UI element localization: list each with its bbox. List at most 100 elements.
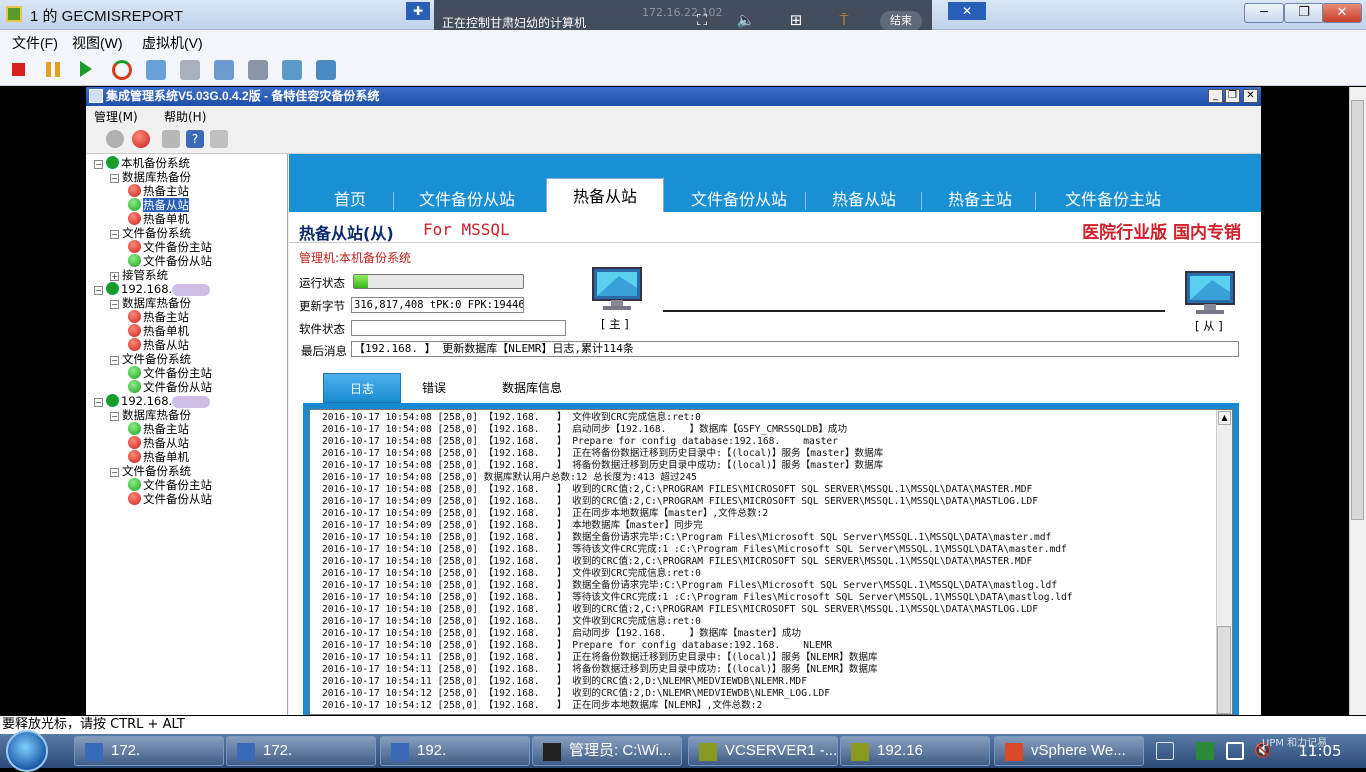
log-box[interactable]: 2016-10-17 10:54:08 [258,0] 【192.168. 】 …	[309, 409, 1233, 715]
tree-node[interactable]: 热备主站	[128, 310, 189, 324]
tree-node[interactable]: − 数据库热备份	[110, 296, 191, 310]
tree-node[interactable]: 热备单机	[128, 324, 189, 338]
tree-node-label: 文件备份主站	[143, 240, 212, 254]
stop-icon[interactable]	[12, 63, 25, 76]
tab-item[interactable]: 热备从站	[809, 188, 919, 212]
tree-node[interactable]: + 接管系统	[110, 268, 168, 282]
clock[interactable]: 11:05	[1290, 734, 1350, 768]
remote-close-button[interactable]: ✕	[948, 2, 986, 20]
tab-item[interactable]: 热备主站	[925, 188, 1035, 212]
log-tab[interactable]: 错误	[403, 373, 465, 403]
collapse-icon[interactable]: −	[110, 412, 119, 421]
collapse-icon[interactable]: −	[94, 398, 103, 407]
tab-item[interactable]: 热备从站	[546, 178, 664, 213]
reset-icon[interactable]	[112, 60, 132, 80]
help-icon[interactable]: ?	[186, 130, 204, 148]
fullscreen-icon[interactable]: ⛶	[692, 12, 712, 28]
log-scrollbar[interactable]: ▲	[1216, 410, 1232, 714]
taskbar-item[interactable]: 192.16	[840, 736, 990, 766]
delete-icon[interactable]	[210, 130, 228, 148]
tree-node[interactable]: 文件备份从站	[128, 492, 212, 506]
collapse-icon[interactable]: −	[94, 286, 103, 295]
tree-node[interactable]: 热备单机	[128, 450, 189, 464]
remote-pin-button[interactable]: ✚	[406, 2, 430, 20]
tree-node[interactable]: 热备主站	[128, 184, 189, 198]
app-maximize-button[interactable]: ❐	[1225, 89, 1240, 103]
collapse-icon[interactable]: −	[110, 230, 119, 239]
log-line: 2016-10-17 10:54:10 [258,0] 【192.168. 】 …	[322, 568, 701, 579]
tree-node[interactable]: − 192.168.	[94, 394, 211, 408]
tree-node[interactable]: 文件备份主站	[128, 366, 212, 380]
app-close-button[interactable]: ✕	[1243, 89, 1258, 103]
tree-node[interactable]: − 192.168.	[94, 282, 211, 296]
collapse-icon[interactable]: −	[110, 356, 119, 365]
gear-icon[interactable]	[162, 130, 180, 148]
menu-help[interactable]: 帮助(H)	[164, 108, 206, 125]
collapse-icon[interactable]: −	[110, 300, 119, 309]
collapse-icon[interactable]: −	[110, 174, 119, 183]
tree-node[interactable]: − 文件备份系统	[110, 352, 191, 366]
scroll-up-icon[interactable]: ▲	[1218, 411, 1231, 425]
tree-node[interactable]: 文件备份主站	[128, 478, 212, 492]
tree-node[interactable]: 文件备份从站	[128, 380, 212, 394]
tab-item[interactable]: 文件备份从站	[669, 188, 809, 212]
collapse-icon[interactable]: −	[94, 160, 103, 169]
tab-item[interactable]: 首页	[305, 188, 395, 212]
taskbar-item[interactable]: VCSERVER1 -...	[688, 736, 838, 766]
minimize-button[interactable]: ─	[1244, 3, 1284, 23]
tree-node[interactable]: − 数据库热备份	[110, 408, 191, 422]
connect-icon[interactable]	[316, 60, 336, 80]
volume-icon[interactable]: 🔈	[736, 12, 756, 28]
tree-node[interactable]: − 本机备份系统	[94, 156, 190, 170]
stop-service-icon[interactable]	[132, 130, 150, 148]
window-icon[interactable]: ⊞	[786, 12, 806, 28]
tree-node[interactable]: 文件备份主站	[128, 240, 212, 254]
log-line: 2016-10-17 10:54:10 [258,0] 【192.168. 】 …	[322, 628, 801, 639]
console-icon[interactable]	[248, 60, 268, 80]
taskbar-item[interactable]: 管理员: C:\Wi...	[532, 736, 682, 766]
taskbar-item[interactable]: 172.	[226, 736, 376, 766]
taskbar-item[interactable]: 192.	[380, 736, 530, 766]
revert-snapshot-icon[interactable]	[180, 60, 200, 80]
app-logo-icon	[89, 89, 103, 103]
vm-scroll-thumb[interactable]	[1351, 100, 1364, 520]
tree-node[interactable]: 热备从站	[128, 338, 189, 352]
taskbar-item[interactable]: vSphere We...	[994, 736, 1144, 766]
log-scroll-thumb[interactable]	[1217, 626, 1231, 714]
app-minimize-button[interactable]: _	[1208, 89, 1223, 103]
tree-node[interactable]: 热备从站	[128, 436, 189, 450]
tree-node[interactable]: − 文件备份系统	[110, 226, 191, 240]
tree-node[interactable]: − 文件备份系统	[110, 464, 191, 478]
pause-icon[interactable]	[46, 62, 60, 77]
network-tray-icon[interactable]	[1196, 742, 1214, 760]
menu-file[interactable]: 文件(F)	[12, 33, 58, 53]
tree-node[interactable]: 文件备份从站	[128, 254, 212, 268]
log-tab[interactable]: 日志	[323, 373, 401, 403]
taskbar-item[interactable]: 172.	[74, 736, 224, 766]
maximize-button[interactable]: ❐	[1284, 3, 1324, 23]
menu-vm[interactable]: 虚拟机(V)	[142, 33, 203, 53]
tree-node[interactable]: − 数据库热备份	[110, 170, 191, 184]
menu-view[interactable]: 视图(W)	[72, 33, 123, 53]
close-button[interactable]: ✕	[1322, 3, 1362, 23]
settings-icon[interactable]	[282, 60, 302, 80]
log-tab[interactable]: 数据库信息	[473, 373, 591, 403]
tree-node[interactable]: 热备单机	[128, 212, 189, 226]
pin-icon[interactable]: ⍑	[834, 12, 854, 28]
start-button[interactable]	[6, 730, 48, 772]
manage-snapshot-icon[interactable]	[214, 60, 234, 80]
start-icon[interactable]	[106, 130, 124, 148]
tree-node[interactable]: 热备主站	[128, 422, 189, 436]
tab-item[interactable]: 文件备份主站	[1039, 188, 1187, 212]
keyboard-icon[interactable]	[1156, 742, 1174, 760]
tab-item[interactable]: 文件备份从站	[397, 188, 537, 212]
collapse-icon[interactable]: −	[110, 468, 119, 477]
tree-node[interactable]: 热备从站	[128, 198, 189, 212]
expand-icon[interactable]: +	[110, 272, 119, 281]
play-icon[interactable]	[80, 61, 92, 77]
end-session-button[interactable]: 结束	[880, 11, 922, 31]
tree-node-label: 本机备份系统	[121, 156, 190, 170]
flag-icon[interactable]	[1226, 742, 1244, 760]
snapshot-icon[interactable]	[146, 60, 166, 80]
menu-manage[interactable]: 管理(M)	[94, 108, 138, 125]
